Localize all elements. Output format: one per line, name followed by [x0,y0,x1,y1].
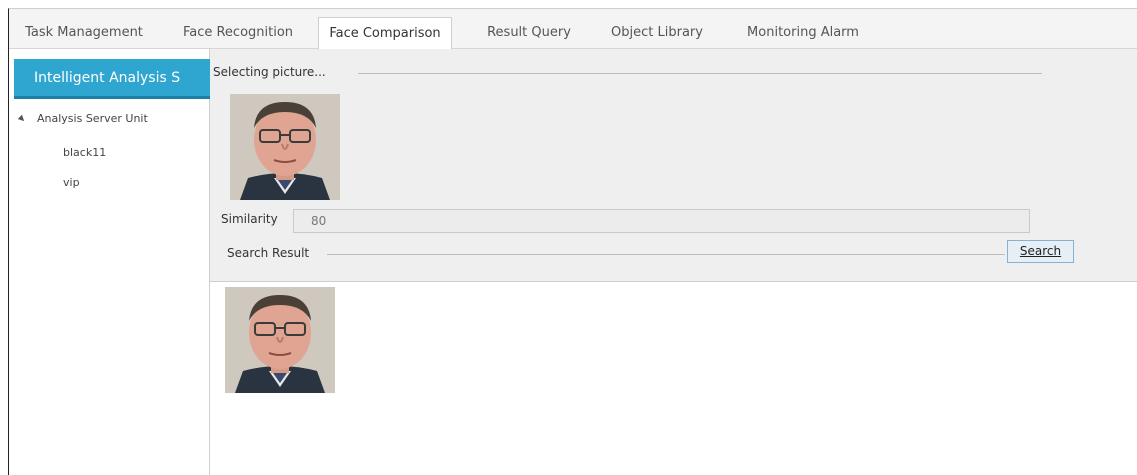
similarity-input[interactable]: 80 [293,209,1030,233]
tab-object-library[interactable]: Object Library [602,17,712,49]
expand-arrow-icon[interactable] [17,114,27,124]
selecting-picture-label[interactable]: Selecting picture... [213,65,326,79]
tab-result-query[interactable]: Result Query [479,17,579,49]
sidebar: Intelligent Analysis S Analysis Server U… [9,49,210,475]
face-photo-icon [225,287,335,393]
search-results-area [219,282,1137,475]
tab-task-management[interactable]: Task Management [19,17,149,49]
search-button[interactable]: Search [1007,240,1074,263]
result-face-image[interactable] [225,287,335,393]
tree-node-label: Analysis Server Unit [37,112,148,125]
query-face-image[interactable] [230,94,340,200]
divider [358,73,1042,74]
tab-monitoring-alarm[interactable]: Monitoring Alarm [733,17,873,49]
tree-node-black11[interactable]: black11 [63,145,106,161]
tab-face-comparison[interactable]: Face Comparison [318,17,452,50]
face-photo-icon [230,94,340,200]
similarity-label: Similarity [221,212,278,226]
app-window: Task Management Face Recognition Face Co… [8,8,1137,475]
search-result-label: Search Result [227,246,310,260]
comparison-settings-panel: Selecting picture... Similarity 80 Searc… [210,49,1137,282]
tab-face-recognition[interactable]: Face Recognition [177,17,299,49]
divider [327,254,1005,255]
tree-node-vip[interactable]: vip [63,175,80,191]
sidebar-header[interactable]: Intelligent Analysis S [14,59,210,99]
tab-bar: Task Management Face Recognition Face Co… [9,9,1137,50]
tree-node-analysis-server-unit[interactable]: Analysis Server Unit [17,111,148,127]
